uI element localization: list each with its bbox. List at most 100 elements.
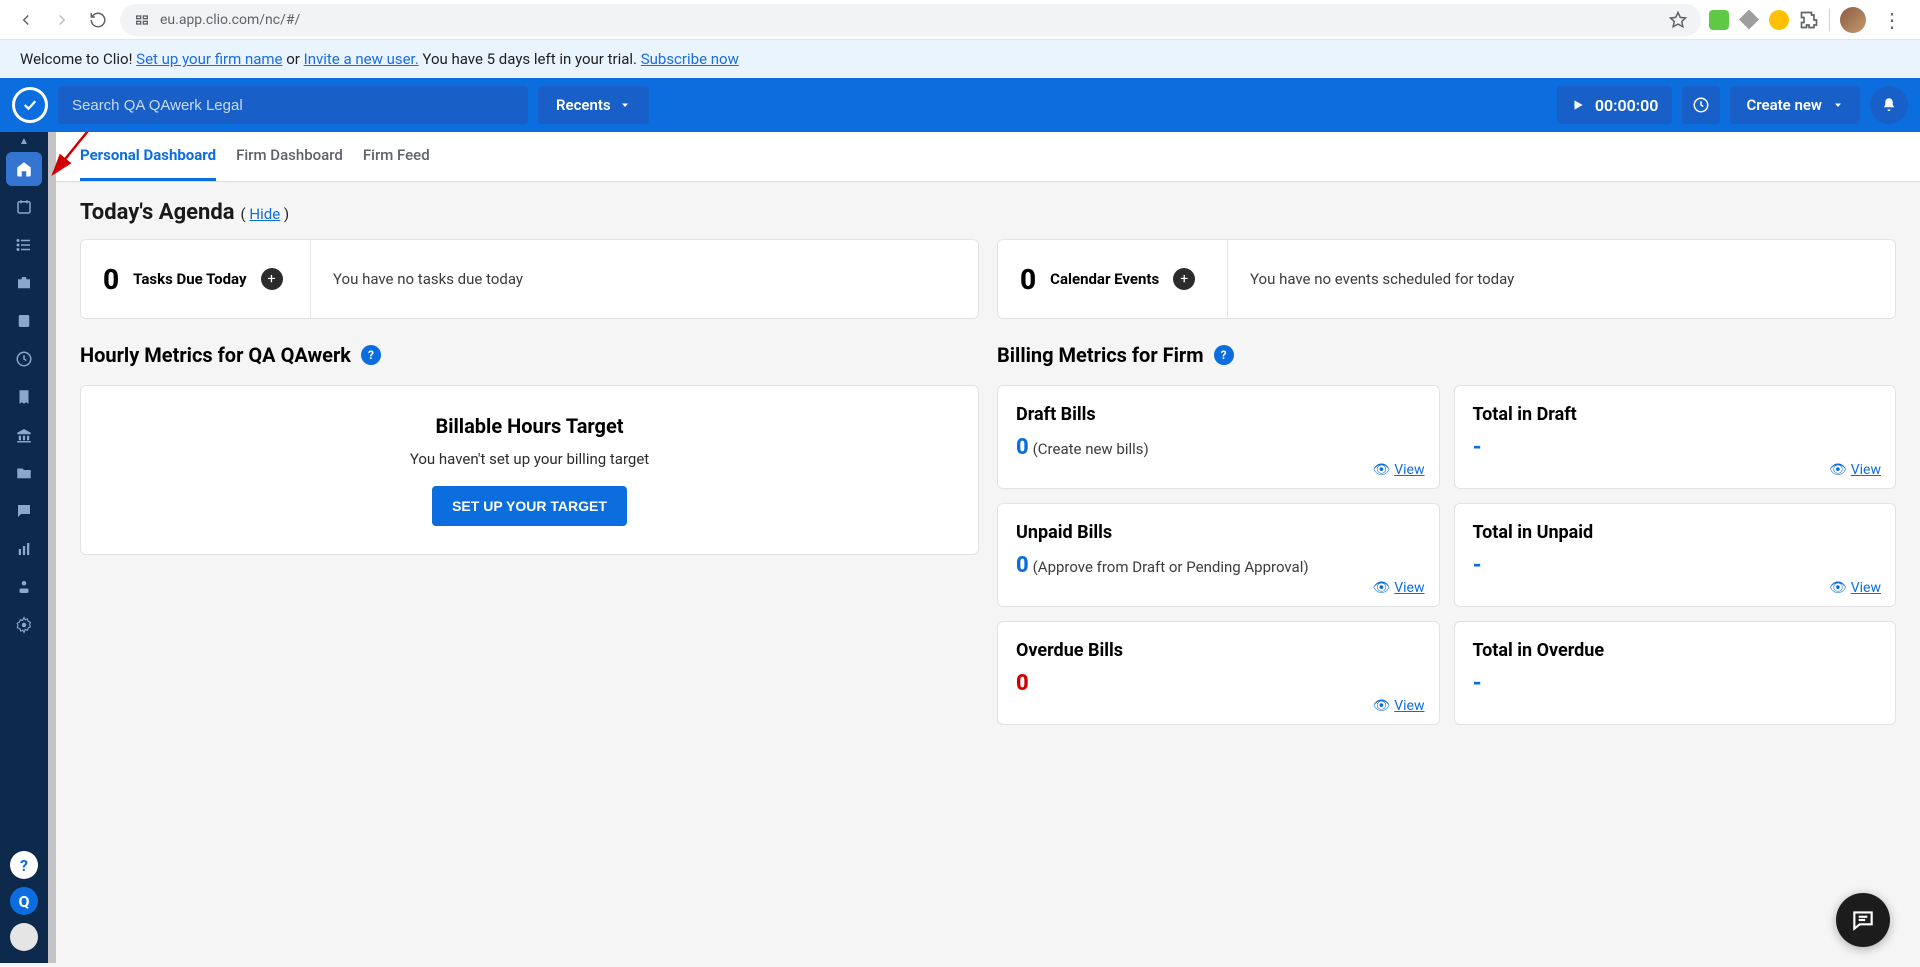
- calendar-icon: [15, 198, 33, 216]
- clio-logo[interactable]: [12, 87, 48, 123]
- total-unpaid-value: -: [1473, 553, 1878, 578]
- sidebar-dashboard[interactable]: [6, 152, 42, 186]
- chevron-down-icon: [619, 99, 631, 111]
- extension-3[interactable]: [1769, 10, 1789, 30]
- forward-button[interactable]: [48, 6, 76, 34]
- timer-button[interactable]: 00:00:00: [1557, 86, 1673, 124]
- clock-icon: [1692, 96, 1710, 114]
- extensions-icon[interactable]: [1799, 10, 1819, 30]
- subscribe-link[interactable]: Subscribe now: [641, 50, 739, 68]
- notifications-button[interactable]: [1870, 86, 1908, 124]
- overdue-bills-count: 0: [1016, 671, 1421, 696]
- profile-avatar[interactable]: [1840, 7, 1866, 33]
- bank-icon: [15, 426, 33, 444]
- sidebar-accounts[interactable]: [6, 418, 42, 452]
- extension-2[interactable]: [1739, 10, 1759, 30]
- total-unpaid-card: Total in Unpaid - 👁View: [1454, 503, 1897, 607]
- sidebar-communications[interactable]: [6, 494, 42, 528]
- extension-1[interactable]: [1709, 10, 1729, 30]
- agenda-title: Today's Agenda ( Hide ): [80, 200, 289, 225]
- total-unpaid-view[interactable]: 👁View: [1829, 580, 1881, 596]
- browser-chrome: eu.app.clio.com/nc/#/ ⋮: [0, 0, 1920, 40]
- recents-button[interactable]: Recents: [538, 86, 649, 124]
- sidebar-integrations[interactable]: [6, 570, 42, 604]
- extension-icons: ⋮: [1709, 7, 1908, 33]
- setup-firm-link[interactable]: Set up your firm name: [136, 50, 282, 68]
- sidebar-help[interactable]: ?: [10, 851, 38, 879]
- calendar-events-card: 0 Calendar Events + You have no events s…: [997, 239, 1896, 319]
- approve-draft-link[interactable]: Draft: [1132, 558, 1165, 576]
- banner-welcome: Welcome to Clio!: [20, 50, 132, 68]
- approve-pending-link[interactable]: Pending Approval: [1186, 558, 1303, 576]
- billable-target-card: Billable Hours Target You haven't set up…: [80, 385, 979, 555]
- search-box[interactable]: [58, 86, 528, 124]
- tasks-due-card: 0 Tasks Due Today + You have no tasks du…: [80, 239, 979, 319]
- folder-icon: [15, 464, 33, 482]
- sidebar-matters[interactable]: [6, 266, 42, 300]
- sidebar-quick[interactable]: Q: [10, 887, 38, 915]
- setup-target-button[interactable]: SET UP YOUR TARGET: [432, 486, 627, 526]
- list-icon: [15, 236, 33, 254]
- chevron-down-icon: [1832, 99, 1844, 111]
- hourly-help-icon[interactable]: ?: [361, 345, 381, 365]
- clock-button[interactable]: [1682, 86, 1720, 124]
- billable-target-title: Billable Hours Target: [109, 414, 950, 438]
- trial-banner: Welcome to Clio! Set up your firm name o…: [0, 40, 1920, 78]
- hourly-metrics-title: Hourly Metrics for QA QAwerk ?: [80, 343, 979, 367]
- overdue-bills-view[interactable]: 👁View: [1372, 698, 1424, 714]
- tab-firm-dashboard[interactable]: Firm Dashboard: [236, 132, 343, 181]
- clock-icon: [15, 350, 33, 368]
- tasks-due-count: 0: [103, 263, 119, 296]
- reload-button[interactable]: [84, 6, 112, 34]
- search-input[interactable]: [72, 97, 514, 114]
- receipt-icon: [15, 388, 33, 406]
- add-task-button[interactable]: +: [261, 268, 283, 290]
- gear-icon: [15, 616, 33, 634]
- add-event-button[interactable]: +: [1173, 268, 1195, 290]
- sidebar-documents[interactable]: [6, 456, 42, 490]
- eye-icon: 👁: [1829, 580, 1847, 596]
- create-new-bills-link[interactable]: Create new bills: [1038, 440, 1144, 458]
- total-draft-card: Total in Draft - 👁View: [1454, 385, 1897, 489]
- tab-personal-dashboard[interactable]: Personal Dashboard: [80, 132, 216, 181]
- timer-value: 00:00:00: [1595, 96, 1659, 115]
- trial-days-text: You have 5 days left in your trial.: [422, 50, 640, 68]
- create-new-button[interactable]: Create new: [1730, 86, 1860, 124]
- hide-agenda-link[interactable]: Hide: [249, 205, 280, 223]
- sidebar-user-avatar[interactable]: [10, 923, 38, 951]
- unpaid-bills-count: 0: [1016, 553, 1029, 578]
- chrome-menu[interactable]: ⋮: [1876, 8, 1908, 32]
- back-button[interactable]: [12, 6, 40, 34]
- bell-icon: [1880, 96, 1898, 114]
- events-count: 0: [1020, 263, 1036, 296]
- total-draft-view[interactable]: 👁View: [1829, 462, 1881, 478]
- sidebar-resize-handle[interactable]: [48, 132, 56, 963]
- star-icon[interactable]: [1669, 11, 1687, 29]
- sidebar-billing[interactable]: [6, 380, 42, 414]
- events-empty-text: You have no events scheduled for today: [1228, 240, 1895, 318]
- draft-bills-view[interactable]: 👁View: [1372, 462, 1424, 478]
- unpaid-bills-card: Unpaid Bills 0 (Approve from Draft or Pe…: [997, 503, 1440, 607]
- sidebar-calendar[interactable]: [6, 190, 42, 224]
- chat-fab[interactable]: [1836, 893, 1890, 947]
- tasks-empty-text: You have no tasks due today: [311, 240, 978, 318]
- total-draft-value: -: [1473, 435, 1878, 460]
- chat-icon: [15, 502, 33, 520]
- sidebar-tasks[interactable]: [6, 228, 42, 262]
- sidebar-reports[interactable]: [6, 532, 42, 566]
- overdue-bills-card: Overdue Bills 0 👁View: [997, 621, 1440, 725]
- billable-target-sub: You haven't set up your billing target: [109, 450, 950, 468]
- sidebar-contacts[interactable]: [6, 304, 42, 338]
- invite-user-link[interactable]: Invite a new user.: [304, 50, 419, 68]
- sidebar-collapse-caret[interactable]: ▲: [19, 136, 29, 148]
- draft-bills-count: 0: [1016, 435, 1029, 460]
- sidebar-activities[interactable]: [6, 342, 42, 376]
- draft-bills-card: Draft Bills 0 (Create new bills) 👁View: [997, 385, 1440, 489]
- sidebar-settings[interactable]: [6, 608, 42, 642]
- total-overdue-value: -: [1473, 671, 1878, 696]
- url-bar[interactable]: eu.app.clio.com/nc/#/: [120, 4, 1701, 36]
- billing-help-icon[interactable]: ?: [1214, 345, 1234, 365]
- unpaid-bills-view[interactable]: 👁View: [1372, 580, 1424, 596]
- tab-firm-feed[interactable]: Firm Feed: [363, 132, 430, 181]
- app-header: Recents 00:00:00 Create new: [0, 78, 1920, 132]
